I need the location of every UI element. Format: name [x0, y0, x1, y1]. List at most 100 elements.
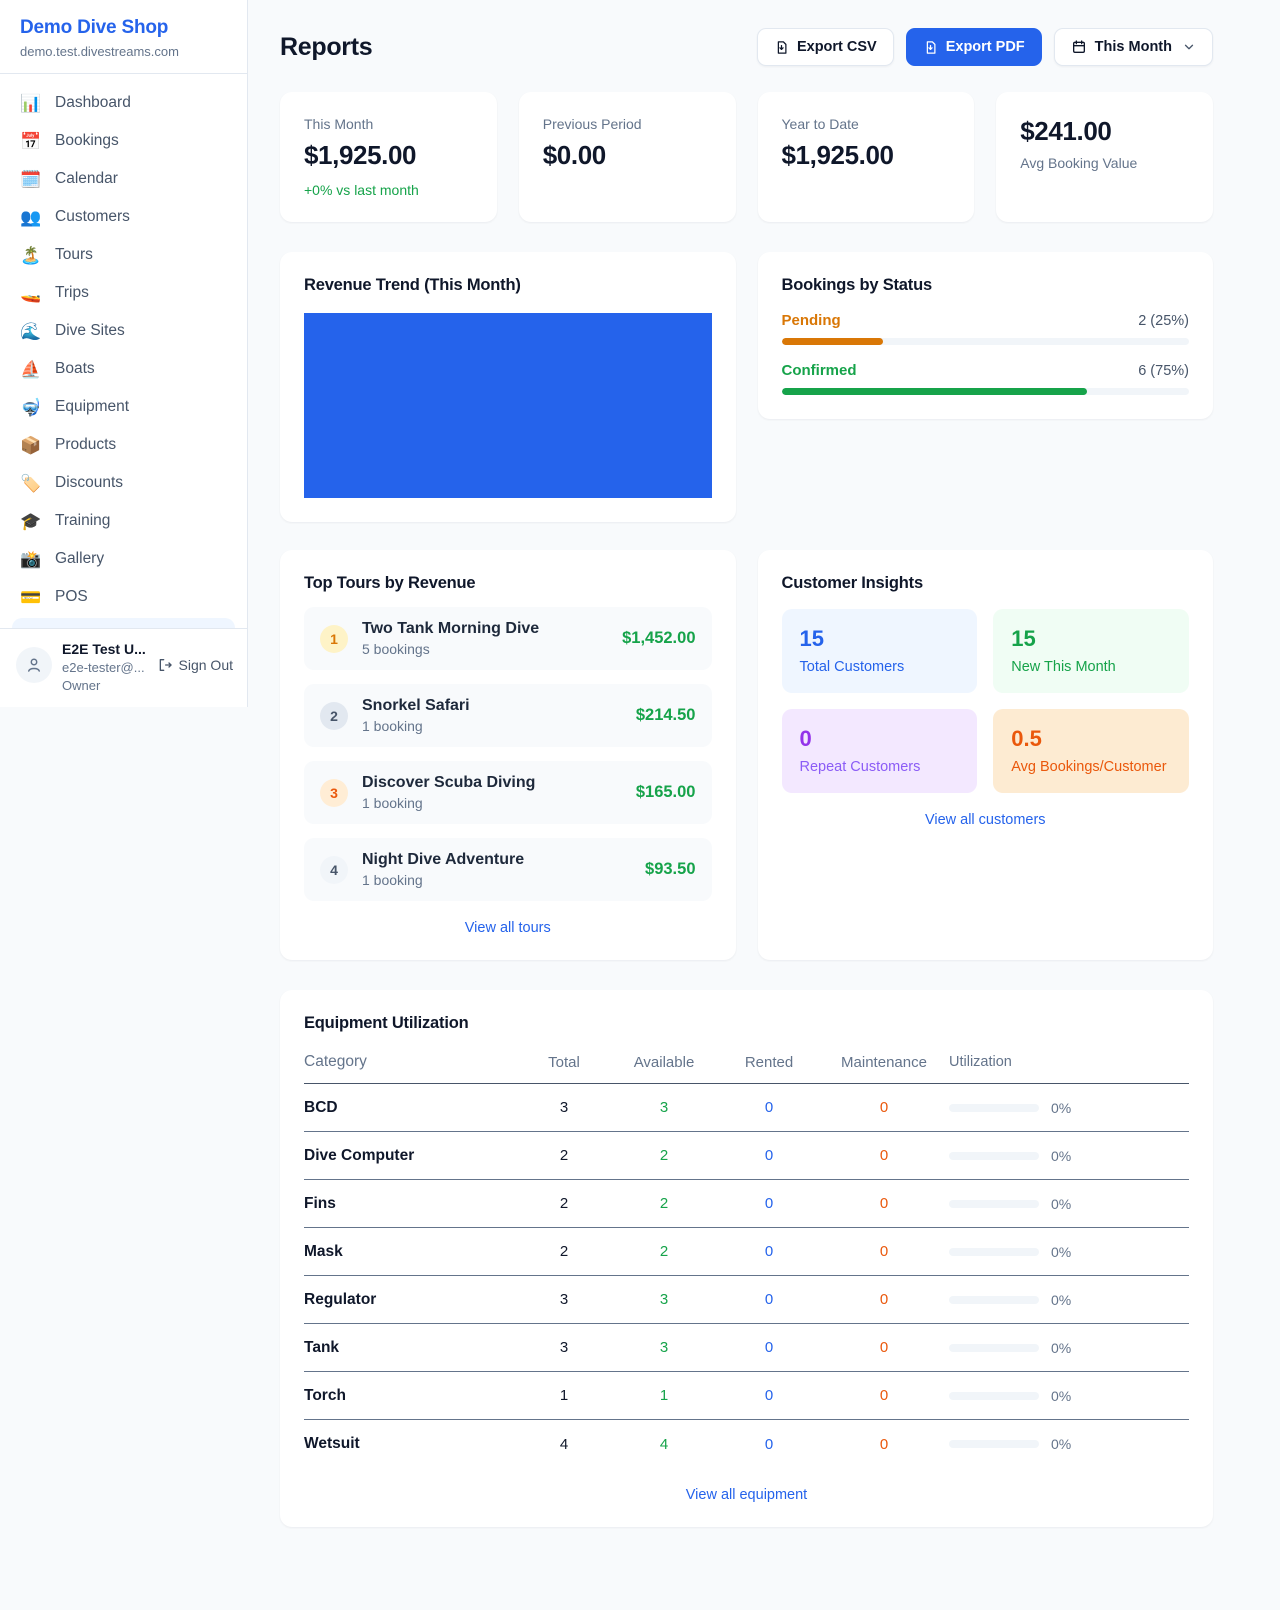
table-row: Dive Computer 2 2 0 0 0% [304, 1132, 1189, 1180]
view-all-customers-link[interactable]: View all customers [782, 812, 1190, 828]
sidebar-item-tours[interactable]: 🏝️ Tours [0, 236, 247, 274]
calendar-pad-icon: 🗓️ [20, 171, 42, 188]
stat-label: Year to Date [782, 116, 951, 132]
cell-rented: 0 [719, 1243, 819, 1260]
table-row: Tank 3 3 0 0 0% [304, 1324, 1189, 1372]
credit-card-icon: 💳 [20, 589, 42, 606]
cell-maintenance: 0 [819, 1387, 949, 1404]
sidebar-item-pos[interactable]: 💳 POS [0, 578, 247, 616]
mid-row: Top Tours by Revenue 1 Two Tank Morning … [280, 550, 1213, 960]
utilization-percent: 0% [1051, 1340, 1071, 1356]
bookings-status-title: Bookings by Status [782, 276, 1190, 295]
export-csv-button[interactable]: Export CSV [757, 28, 894, 66]
sidebar-item-training[interactable]: 🎓 Training [0, 502, 247, 540]
status-count: 6 (75%) [1138, 363, 1189, 379]
sidebar-item-label: Gallery [55, 550, 104, 568]
table-row: Mask 2 2 0 0 0% [304, 1228, 1189, 1276]
sidebar-nav: 📊 Dashboard 📅 Bookings 🗓️ Calendar 👥 Cus… [0, 74, 247, 628]
dashboard-icon: 📊 [20, 95, 42, 112]
shop-name: Demo Dive Shop [20, 17, 227, 39]
cell-available: 4 [609, 1436, 719, 1453]
page-header: Reports Export CSV Export PDF This Month [280, 28, 1213, 66]
brand-block: Demo Dive Shop demo.test.divestreams.com [0, 0, 247, 74]
wave-icon: 🌊 [20, 323, 42, 340]
sidebar-item-boats[interactable]: ⛵ Boats [0, 350, 247, 388]
avatar [16, 647, 52, 683]
view-all-tours-link[interactable]: View all tours [304, 920, 712, 936]
revenue-trend-title: Revenue Trend (This Month) [304, 276, 712, 295]
cell-category: Wetsuit [304, 1435, 519, 1453]
sidebar-item-dive-sites[interactable]: 🌊 Dive Sites [0, 312, 247, 350]
tour-bookings: 1 booking [362, 872, 631, 888]
tour-bookings: 1 booking [362, 795, 622, 811]
tour-row: 3 Discover Scuba Diving 1 booking $165.0… [304, 761, 712, 824]
customer-insights-card: Customer Insights 15 Total Customers 15 … [758, 550, 1214, 960]
sidebar-item-label: Dashboard [55, 94, 131, 112]
sailboat-icon: ⛵ [20, 361, 42, 378]
sidebar-item-reports-selected[interactable] [12, 618, 235, 628]
shop-domain: demo.test.divestreams.com [20, 44, 227, 59]
diving-mask-icon: 🤿 [20, 399, 42, 416]
cell-maintenance: 0 [819, 1243, 949, 1260]
status-bar-track [782, 338, 1190, 345]
page-title: Reports [280, 33, 372, 62]
sign-out-button[interactable]: Sign Out [157, 657, 233, 673]
sidebar-item-gallery[interactable]: 📸 Gallery [0, 540, 247, 578]
top-tours-card: Top Tours by Revenue 1 Two Tank Morning … [280, 550, 736, 960]
sidebar-item-calendar[interactable]: 🗓️ Calendar [0, 160, 247, 198]
period-dropdown[interactable]: This Month [1054, 28, 1213, 66]
tour-info: Two Tank Morning Dive 5 bookings [362, 620, 608, 657]
sidebar-item-label: Tours [55, 246, 93, 264]
view-all-equipment-link[interactable]: View all equipment [304, 1487, 1189, 1503]
cell-category: Dive Computer [304, 1147, 519, 1165]
camera-icon: 📸 [20, 551, 42, 568]
cell-rented: 0 [719, 1099, 819, 1116]
user-email: e2e-tester@... [62, 660, 146, 675]
col-rented: Rented [719, 1054, 819, 1071]
status-label: Pending [782, 312, 841, 329]
table-row: BCD 3 3 0 0 0% [304, 1084, 1189, 1132]
cell-utilization: 0% [949, 1100, 1189, 1116]
sidebar-item-customers[interactable]: 👥 Customers [0, 198, 247, 236]
sidebar-item-discounts[interactable]: 🏷️ Discounts [0, 464, 247, 502]
cell-category: Mask [304, 1243, 519, 1261]
sidebar-item-label: Calendar [55, 170, 118, 188]
stat-card-previous-period: Previous Period $0.00 [519, 92, 736, 222]
cell-utilization: 0% [949, 1196, 1189, 1212]
insight-value: 0.5 [1011, 726, 1171, 752]
sidebar-item-label: Discounts [55, 474, 123, 492]
calendar-icon [1071, 39, 1087, 55]
tour-row: 1 Two Tank Morning Dive 5 bookings $1,45… [304, 607, 712, 670]
insight-label: Repeat Customers [800, 759, 960, 775]
stat-delta: +0% vs last month [304, 182, 473, 198]
cell-total: 2 [519, 1147, 609, 1164]
sidebar-item-dashboard[interactable]: 📊 Dashboard [0, 84, 247, 122]
status-row-confirmed: Confirmed 6 (75%) [782, 362, 1190, 395]
sign-out-icon [157, 657, 173, 673]
col-utilization: Utilization [949, 1054, 1189, 1070]
period-label: This Month [1095, 39, 1172, 55]
tour-revenue: $1,452.00 [622, 629, 695, 648]
table-row: Torch 1 1 0 0 0% [304, 1372, 1189, 1420]
stat-value: $1,925.00 [304, 140, 473, 171]
rank-badge: 2 [320, 702, 348, 730]
cell-utilization: 0% [949, 1292, 1189, 1308]
sidebar-item-label: Equipment [55, 398, 129, 416]
tour-row: 4 Night Dive Adventure 1 booking $93.50 [304, 838, 712, 901]
export-pdf-label: Export PDF [946, 39, 1025, 55]
sidebar-item-equipment[interactable]: 🤿 Equipment [0, 388, 247, 426]
sidebar-item-bookings[interactable]: 📅 Bookings [0, 122, 247, 160]
sidebar-item-products[interactable]: 📦 Products [0, 426, 247, 464]
utilization-percent: 0% [1051, 1244, 1071, 1260]
cell-total: 1 [519, 1387, 609, 1404]
utilization-bar-track [949, 1296, 1039, 1304]
sidebar-item-label: Training [55, 512, 110, 530]
sidebar-item-trips[interactable]: 🚤 Trips [0, 274, 247, 312]
utilization-bar-track [949, 1344, 1039, 1352]
table-row: Fins 2 2 0 0 0% [304, 1180, 1189, 1228]
status-row-pending: Pending 2 (25%) [782, 312, 1190, 345]
cell-total: 2 [519, 1195, 609, 1212]
chevron-down-icon [1182, 40, 1196, 54]
export-pdf-button[interactable]: Export PDF [906, 28, 1042, 66]
cell-total: 2 [519, 1243, 609, 1260]
